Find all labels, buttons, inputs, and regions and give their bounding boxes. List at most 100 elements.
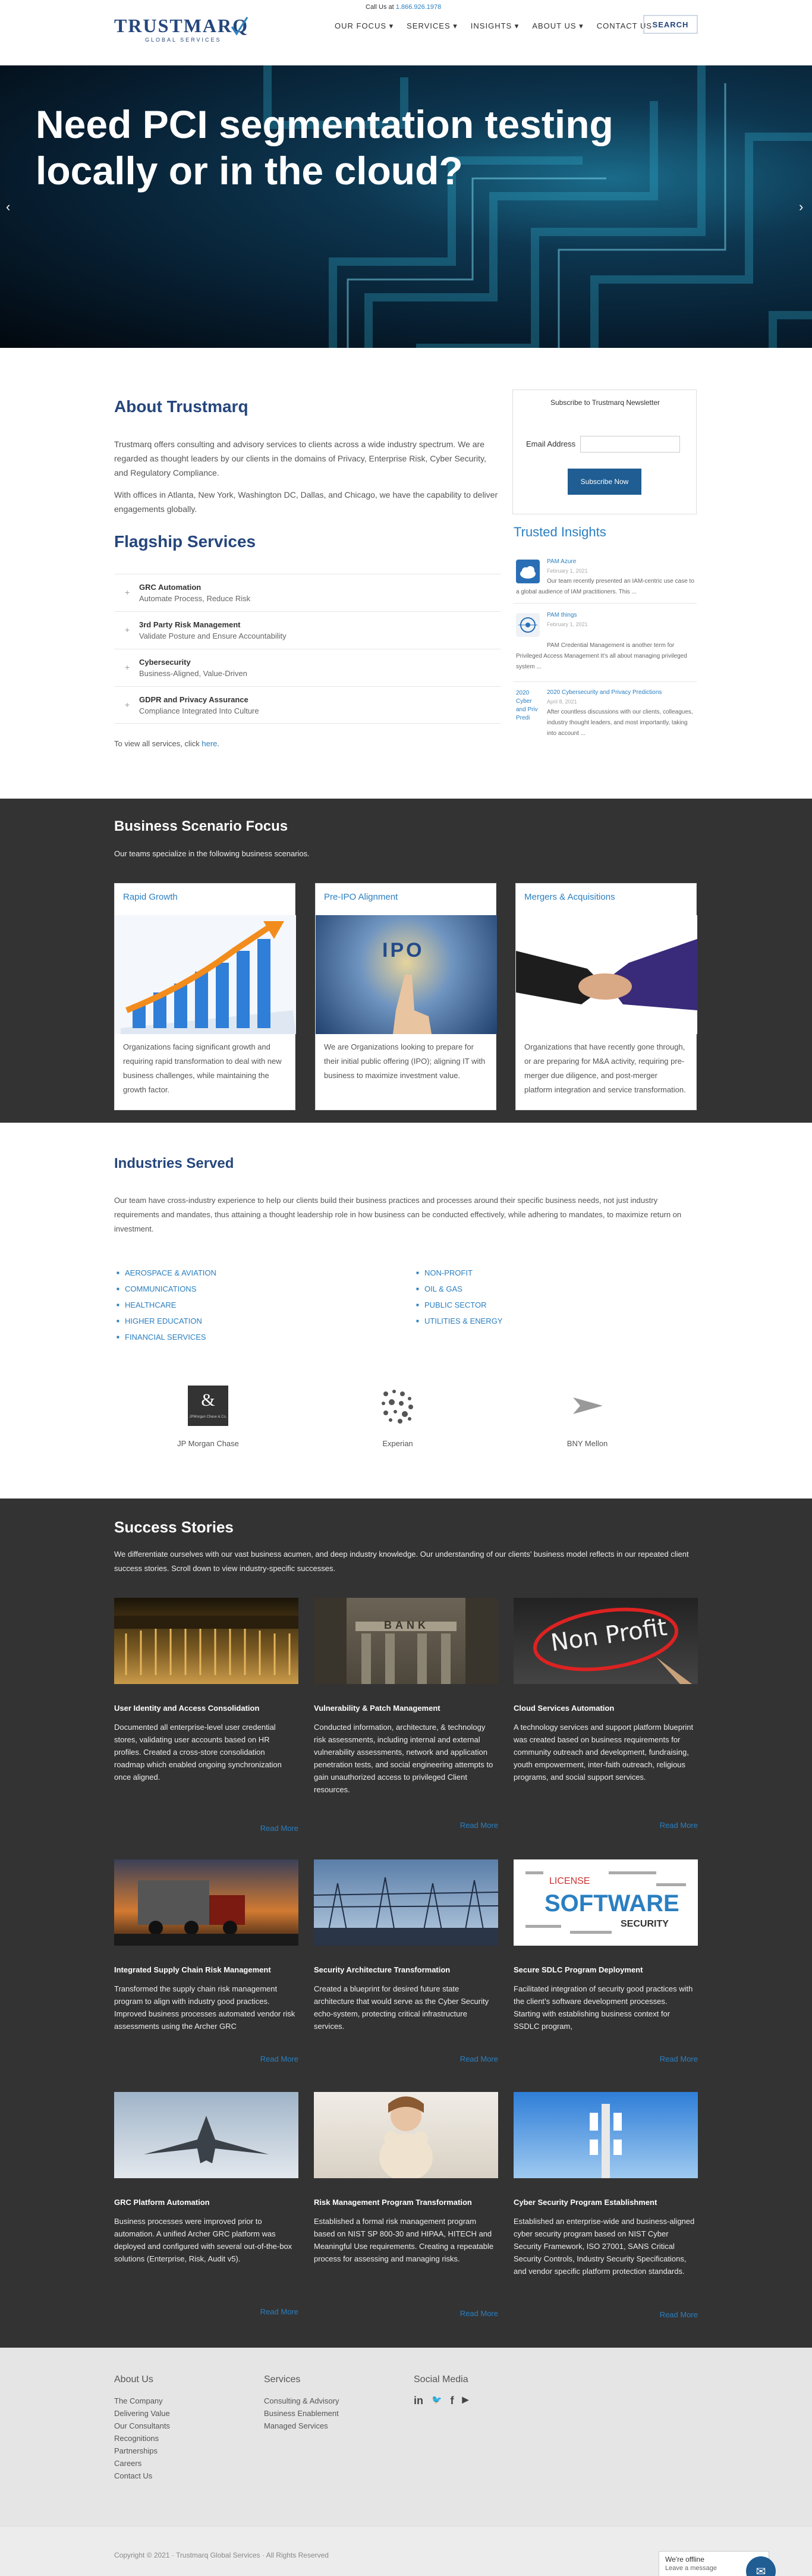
- insight-title[interactable]: PAM things: [547, 612, 577, 618]
- hero-title-line-1: Need PCI segmentation testing: [36, 102, 613, 146]
- read-more-link[interactable]: Read More: [660, 2310, 698, 2319]
- business-card-mergers[interactable]: Mergers & Acquisitions Organizations tha…: [515, 883, 697, 1110]
- client-experian: Experian: [338, 1386, 457, 1448]
- read-more-row: Read More: [114, 2054, 298, 2066]
- child-teddy-image: [314, 2092, 498, 2178]
- view-all-link[interactable]: here: [202, 739, 217, 748]
- business-card-pre-ipo[interactable]: Pre-IPO Alignment IPO We are Organizatio…: [315, 883, 497, 1110]
- insight-item[interactable]: PAM Azure February 1, 2021 Our team rece…: [514, 556, 697, 604]
- success-card[interactable]: BANK Vulnerability & Patch Management Co…: [314, 1598, 498, 1824]
- footer-link[interactable]: Partnerships: [114, 2445, 170, 2457]
- nav-insights[interactable]: INSIGHTS ▾: [471, 21, 520, 31]
- bank-image: BANK: [314, 1598, 498, 1684]
- email-field[interactable]: [580, 436, 680, 453]
- industry-link[interactable]: Aerospace & Aviation: [117, 1265, 216, 1281]
- industry-link[interactable]: Non-Profit: [416, 1265, 502, 1281]
- linkedin-icon[interactable]: in: [414, 2395, 423, 2407]
- industry-link[interactable]: Public Sector: [416, 1297, 502, 1313]
- email-label: Email Address: [526, 439, 576, 448]
- flagship-item[interactable]: + GRC Automation Automate Process, Reduce …: [114, 574, 501, 611]
- footer-link[interactable]: Recognitions: [114, 2432, 170, 2445]
- logo[interactable]: TRUSTMARQ GLOBAL SERVICES: [114, 15, 251, 45]
- footer-link[interactable]: Business Enablement: [264, 2407, 339, 2420]
- read-more-link[interactable]: Read More: [260, 1824, 298, 1833]
- industry-link[interactable]: Financial Services: [117, 1329, 216, 1345]
- hero-prev-arrow-icon[interactable]: ‹: [6, 199, 10, 215]
- read-more-link[interactable]: Read More: [460, 2054, 498, 2063]
- facebook-icon[interactable]: f: [450, 2395, 454, 2407]
- nav-about-us[interactable]: ABOUT US ▾: [532, 21, 583, 31]
- success-card-title: User Identity and Access Consolidation: [114, 1704, 260, 1713]
- newsletter-box: Subscribe to Trustmarq Newsletter Email …: [512, 389, 697, 514]
- success-card-body: A technology services and support platfo…: [514, 1723, 694, 1782]
- nav-services[interactable]: SERVICES ▾: [407, 21, 458, 31]
- handshake-image: [516, 915, 697, 1034]
- success-card[interactable]: Cyber Security Program Establishment Est…: [514, 2092, 698, 2318]
- insight-title[interactable]: PAM Azure: [547, 558, 576, 565]
- client-name: JP Morgan Chase: [177, 1439, 239, 1448]
- flagship-item[interactable]: + GDPR and Privacy Assurance Compliance In…: [114, 686, 501, 724]
- flagship-item-sub: Validate Posture and Ensure Accountabili…: [139, 632, 287, 640]
- phone-link[interactable]: 1.866.926.1978: [396, 4, 441, 11]
- ipo-label: IPO: [382, 939, 424, 962]
- flagship-item-title: GDPR and Privacy Assurance: [139, 695, 248, 704]
- youtube-icon[interactable]: ▶: [462, 2395, 468, 2407]
- insight-body: Our team recently presented an IAM-centr…: [516, 578, 694, 595]
- software-word-cloud-image: SOFTWARE LICENSE SECURITY: [514, 1859, 698, 1946]
- copyright-text: Copyright © 2021 · Trustmarq Global Serv…: [114, 2551, 329, 2559]
- industry-link[interactable]: Higher Education: [117, 1313, 216, 1329]
- twitter-icon[interactable]: 🐦: [432, 2395, 442, 2407]
- read-more-link[interactable]: Read More: [260, 2054, 298, 2063]
- call-us-text: Call Us at 1.866.926.1978: [366, 4, 441, 11]
- flagship-item-title: Cybersecurity: [139, 658, 191, 667]
- flagship-item-sub: Business-Aligned, Value-Driven: [139, 669, 247, 678]
- success-card[interactable]: GRC Platform Automation Business process…: [114, 2092, 298, 2318]
- flagship-list: + GRC Automation Automate Process, Reduce …: [114, 574, 501, 724]
- industry-link[interactable]: Oil & Gas: [416, 1281, 502, 1297]
- insight-title[interactable]: 2020 Cybersecurity and Privacy Predictio…: [547, 689, 662, 696]
- industry-link[interactable]: Healthcare: [117, 1297, 216, 1313]
- newsletter-title: Subscribe to Trustmarq Newsletter: [550, 398, 660, 407]
- fighter-jet-image: [114, 2092, 298, 2178]
- insight-item[interactable]: PAM things February 1, 2021 PAM Credenti…: [514, 610, 697, 682]
- read-more-link[interactable]: Read More: [460, 2309, 498, 2318]
- read-more-link[interactable]: Read More: [660, 1821, 698, 1830]
- success-card[interactable]: SOFTWARE LICENSE SECURITY Secure SDLC Pr…: [514, 1859, 698, 2085]
- read-more-link[interactable]: Read More: [260, 2307, 298, 2316]
- insight-item[interactable]: 2020 Cyber and Priv Predi 2020 Cybersecu…: [514, 687, 697, 764]
- success-card[interactable]: Non Profit Cloud Services Automation A t…: [514, 1598, 698, 1824]
- flagship-title: Flagship Services: [114, 532, 256, 551]
- success-card[interactable]: Risk Management Program Transformation E…: [314, 2092, 498, 2318]
- footer-services-title: Services: [264, 2374, 301, 2385]
- footer-link[interactable]: The Company: [114, 2395, 170, 2407]
- flagship-item[interactable]: +3rd Party Risk Management Validate Postu…: [114, 611, 501, 649]
- jpmorgan-logo: & JPMorgan Chase & Co.: [188, 1386, 228, 1426]
- business-card-rapid-growth[interactable]: Rapid Growth Organizations facing signif…: [114, 883, 296, 1110]
- success-card[interactable]: User Identity and Access Consolidation D…: [114, 1598, 298, 1824]
- footer-social-title: Social Media: [414, 2374, 468, 2385]
- footer-link[interactable]: Consulting & Advisory: [264, 2395, 339, 2407]
- search-button[interactable]: SEARCH: [643, 15, 698, 34]
- industries-title: Industries Served: [114, 1155, 234, 1171]
- success-card-body: Business processes were improved prior t…: [114, 2217, 292, 2263]
- footer-link[interactable]: Our Consultants: [114, 2420, 170, 2432]
- footer-link[interactable]: Careers: [114, 2457, 170, 2470]
- subscribe-button[interactable]: Subscribe Now: [568, 469, 641, 495]
- success-card[interactable]: Integrated Supply Chain Risk Management …: [114, 1859, 298, 2085]
- flagship-item[interactable]: + Cybersecurity Business-Aligned, Value-Dr…: [114, 649, 501, 686]
- plus-icon: +: [125, 625, 130, 634]
- view-all-services: To view all services, click here.: [114, 739, 219, 748]
- nav-our-focus[interactable]: OUR FOCUS ▾: [335, 21, 394, 31]
- industry-link[interactable]: Utilities & Energy: [416, 1313, 502, 1329]
- hero-next-arrow-icon[interactable]: ›: [799, 199, 803, 215]
- footer-link[interactable]: Delivering Value: [114, 2407, 170, 2420]
- footer-link[interactable]: Managed Services: [264, 2420, 339, 2432]
- industry-link[interactable]: Communications: [117, 1281, 216, 1297]
- read-more-link[interactable]: Read More: [660, 2054, 698, 2063]
- non-profit-image: Non Profit: [514, 1598, 698, 1684]
- chat-widget[interactable]: We're offline Leave a message ✉: [659, 2551, 776, 2576]
- read-more-link[interactable]: Read More: [460, 1821, 498, 1830]
- success-card[interactable]: Security Architecture Transformation Cre…: [314, 1859, 498, 2085]
- footer-link[interactable]: Contact Us: [114, 2470, 170, 2482]
- client-name: BNY Mellon: [566, 1439, 608, 1448]
